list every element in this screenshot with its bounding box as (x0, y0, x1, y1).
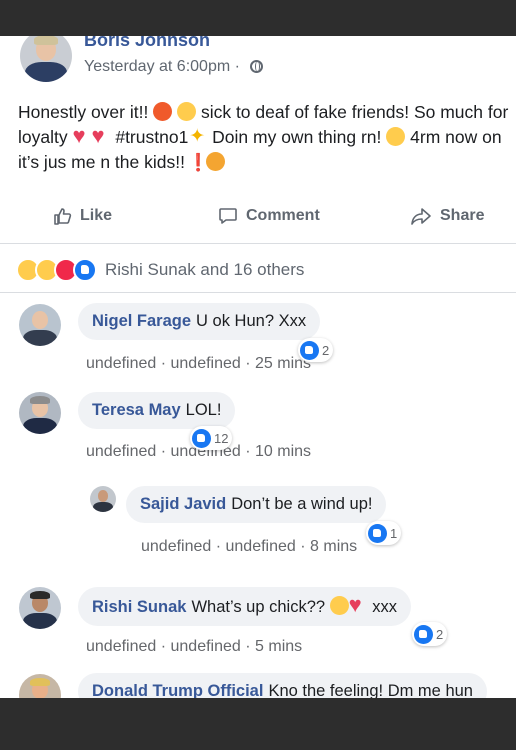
comment-text: What’s up chick?? (191, 598, 330, 616)
comment-meta: undefined · undefined · 5 mins (86, 638, 303, 655)
like-count: 1 (390, 525, 398, 541)
commenter-name[interactable]: Donald Trump Official (92, 682, 263, 698)
sparkling-heart-icon (91, 123, 110, 148)
comment-bubble: Sajid Javid Don’t be a wind up! (126, 486, 387, 523)
comment-text: Kno the feeling! Dm me hun (268, 682, 473, 698)
comment-bubble: Nigel Farage U ok Hun? Xxx (78, 303, 321, 340)
facebook-post-card: Boris Johnson Yesterday at 6:00pm · Hone… (0, 36, 516, 698)
hashtag-trustno1[interactable]: #trustno1 (110, 127, 188, 147)
comment-like-count-badge[interactable]: 12 (190, 426, 233, 450)
like-button[interactable]: Like (52, 206, 112, 226)
divider-bottom (0, 292, 516, 293)
comment-label: Comment (246, 207, 320, 224)
commenter-avatar[interactable] (19, 392, 61, 434)
commenter-name[interactable]: Teresa May (92, 401, 181, 419)
author-avatar[interactable] (20, 36, 72, 82)
thumbs-up-icon (54, 208, 72, 225)
post-action-bar: Like Comment Share (0, 198, 516, 238)
commenter-name[interactable]: Rishi Sunak (92, 598, 186, 616)
comment-like-count-badge[interactable]: 2 (412, 622, 448, 646)
pleading-face-icon (329, 596, 349, 615)
like-badge-icon (414, 624, 433, 644)
bottom-dark-bar (0, 698, 516, 750)
commenter-name[interactable]: Sajid Javid (140, 495, 226, 513)
heart-eyes-cat-icon (205, 152, 225, 171)
post-timestamp[interactable]: Yesterday at 6:00pm · (84, 58, 264, 76)
comment-text: Don’t be a wind up! (231, 495, 373, 513)
comment-text-end: xxx (367, 598, 397, 616)
reactions-summary[interactable]: Rishi Sunak and 16 others (16, 258, 304, 282)
post-text-part: Honestly over it!! (18, 102, 154, 122)
comment-like-count-badge[interactable]: 1 (366, 521, 402, 545)
commenter-avatar[interactable] (19, 674, 61, 698)
exclamation-icon (188, 150, 209, 175)
post-author-name[interactable]: Boris Johnson (84, 36, 210, 51)
commenter-avatar[interactable] (19, 587, 61, 629)
globe-icon (250, 60, 264, 73)
post-text-part: Doin my own thing rn! (207, 127, 387, 147)
like-badge-icon (300, 340, 319, 360)
commenter-avatar[interactable] (19, 304, 61, 346)
comment-bubble: Donald Trump Official Kno the feeling! Dm… (78, 673, 487, 698)
like-count: 2 (436, 626, 444, 642)
commenter-avatar[interactable] (90, 486, 116, 512)
angry-face-icon (153, 102, 173, 121)
timestamp-text: Yesterday at 6:00pm · (84, 58, 245, 75)
like-count: 12 (214, 430, 229, 446)
share-button[interactable]: Share (410, 206, 484, 226)
comment-bubble: Rishi Sunak What’s up chick?? xxx (78, 587, 411, 626)
comment-meta: undefined · undefined · 8 mins (141, 538, 358, 555)
like-badge-icon (368, 523, 387, 543)
comment-bubble: Teresa May LOL! (78, 392, 236, 429)
comment-bubble-icon (219, 208, 237, 224)
flushed-face-icon (177, 102, 197, 121)
like-badge-icon (192, 428, 211, 448)
comment-like-count-badge[interactable]: 2 (298, 338, 334, 362)
reactions-summary-text: Rishi Sunak and 16 others (105, 260, 305, 279)
commenter-name[interactable]: Nigel Farage (92, 312, 191, 330)
divider-top (0, 243, 516, 244)
like-reaction-icon (73, 258, 97, 282)
comment-text: LOL! (185, 401, 222, 419)
share-arrow-icon (411, 208, 431, 225)
kiss-face-icon (386, 127, 406, 146)
comment-meta: undefined · undefined · 25 mins (86, 355, 312, 372)
sparkles-icon (188, 124, 207, 149)
share-label: Share (440, 207, 485, 224)
like-label: Like (80, 207, 113, 224)
top-dark-bar (0, 0, 516, 36)
heart-ribbon-icon (349, 592, 368, 618)
heart-icon (72, 123, 91, 148)
post-body-text: Honestly over it!! sick to deaf of fake … (18, 100, 516, 175)
comment-button[interactable]: Comment (218, 206, 320, 226)
like-count: 2 (322, 342, 330, 358)
comment-text: U ok Hun? Xxx (196, 312, 307, 330)
